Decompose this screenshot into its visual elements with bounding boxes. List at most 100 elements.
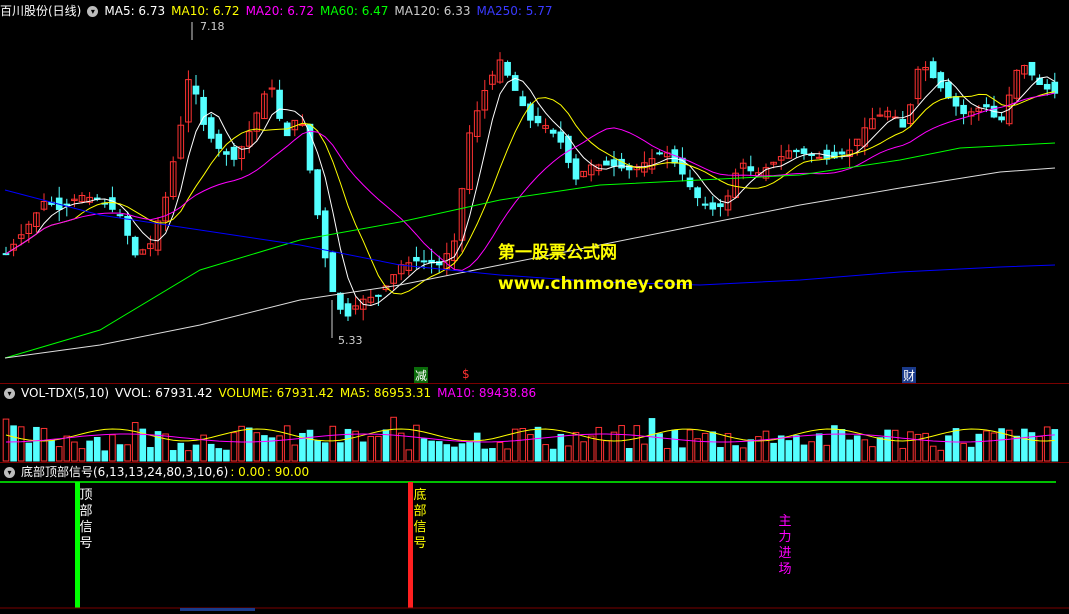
candle-body xyxy=(527,103,534,121)
volume-bar xyxy=(853,435,861,462)
indicator-header: ▾ 底部顶部信号(6,13,13,24,80,3,10,6): 0.00: 90.… xyxy=(0,463,1069,481)
volume-bar xyxy=(314,440,321,462)
volume-bar xyxy=(276,435,283,462)
volume-bar xyxy=(253,432,261,462)
price-chart-canvas[interactable] xyxy=(0,0,1069,614)
candle-body xyxy=(701,203,709,206)
volume-bar xyxy=(1021,428,1028,462)
volume-bar xyxy=(481,448,489,462)
reduce-marker[interactable]: 减 xyxy=(414,367,429,384)
candle-body xyxy=(815,156,823,159)
candle-body xyxy=(800,148,808,155)
candle-body xyxy=(838,151,846,155)
volume-bar xyxy=(1043,426,1051,462)
candle-body xyxy=(344,303,352,317)
vol-options-circle-icon[interactable]: ▾ xyxy=(4,388,15,399)
volume-bar xyxy=(983,430,990,462)
volume-bar xyxy=(823,444,831,462)
volume-bar xyxy=(466,441,473,462)
volume-bar xyxy=(55,446,63,462)
volume-bar xyxy=(587,435,595,462)
volume-bar xyxy=(185,450,192,462)
candle-body xyxy=(329,252,337,293)
volume-bar xyxy=(48,440,55,462)
candle-body xyxy=(808,153,815,156)
candle-body xyxy=(420,260,428,263)
candle-body xyxy=(192,85,200,95)
candle-body xyxy=(952,96,960,107)
candle-body xyxy=(534,115,542,124)
volume-bar xyxy=(78,448,86,462)
volume-bar xyxy=(724,433,732,462)
volume-bar xyxy=(451,446,458,462)
volume-bar xyxy=(1036,435,1043,462)
bottom-signal-text: 底部信号 xyxy=(413,488,427,551)
volume-header: ▾ VOL-TDX(5,10) VVOL: 67931.42 VOLUME: 6793… xyxy=(0,384,1069,402)
volume-bar xyxy=(694,438,701,462)
volume-bar xyxy=(435,441,443,462)
volume-bar xyxy=(595,426,603,462)
volume-bar xyxy=(937,449,945,462)
indicator-name: 底部顶部信号(6,13,13,24,80,3,10,6) xyxy=(21,465,229,479)
candle-body xyxy=(63,203,71,206)
volume-bar xyxy=(952,428,960,462)
vvol-value: VVOL: 67931.42 xyxy=(115,386,213,400)
volume-bar xyxy=(405,449,413,462)
candle-body xyxy=(793,149,800,153)
candle-body xyxy=(694,187,701,199)
candle-body xyxy=(937,72,945,89)
volume-bar xyxy=(33,426,40,462)
volume-bar xyxy=(709,431,717,462)
volume-bar xyxy=(116,444,124,462)
candle-body xyxy=(504,61,511,76)
indicator-value1: : 0.00 xyxy=(230,465,265,479)
candle-body xyxy=(709,202,717,210)
ma120-line xyxy=(4,167,1056,359)
indicator-value2: : 90.00 xyxy=(266,465,310,479)
volume-bar xyxy=(762,430,770,462)
volume-bar xyxy=(800,444,808,462)
volume-bar xyxy=(131,422,139,462)
volume-bar xyxy=(603,440,610,462)
candle-body xyxy=(686,177,694,188)
volume-bar xyxy=(504,448,511,462)
candle-body xyxy=(572,158,580,180)
volume-bar xyxy=(359,441,367,462)
volume-bar xyxy=(861,439,869,462)
volume-bar xyxy=(367,435,375,462)
candle-body xyxy=(223,151,230,155)
volume-bar xyxy=(686,429,694,462)
volume-bar xyxy=(648,418,656,462)
candle-body xyxy=(109,197,116,210)
finance-marker[interactable]: 财 xyxy=(902,367,917,384)
volume-bar xyxy=(542,444,549,462)
volume-bar xyxy=(473,432,481,462)
volume-bar xyxy=(397,432,405,462)
candle-body xyxy=(610,159,618,167)
volume-bar xyxy=(283,425,291,462)
candle-body xyxy=(549,129,557,134)
candle-body xyxy=(131,236,139,256)
volume-bar xyxy=(207,443,215,462)
volume-bar xyxy=(884,429,891,462)
volume-bar xyxy=(40,427,48,462)
candle-body xyxy=(116,214,124,217)
volume-bar xyxy=(534,426,542,462)
volume-value: VOLUME: 67931.42 xyxy=(218,386,334,400)
candle-body xyxy=(337,292,344,310)
volume-bar xyxy=(549,448,557,462)
candle-body xyxy=(557,131,565,143)
volume-bar xyxy=(375,435,382,462)
dollar-marker[interactable]: $ xyxy=(462,367,470,381)
volume-bar xyxy=(732,445,739,462)
candle-body xyxy=(299,123,306,126)
volume-bar xyxy=(815,433,823,462)
high-price-label: 7.18 xyxy=(200,20,225,33)
volume-bar xyxy=(321,442,329,462)
volume-bar xyxy=(907,431,914,462)
volume-bar xyxy=(876,437,884,462)
volume-bar xyxy=(169,450,177,462)
volume-bar xyxy=(519,428,527,462)
ind-options-circle-icon[interactable]: ▾ xyxy=(4,467,15,478)
candle-body xyxy=(899,118,907,128)
